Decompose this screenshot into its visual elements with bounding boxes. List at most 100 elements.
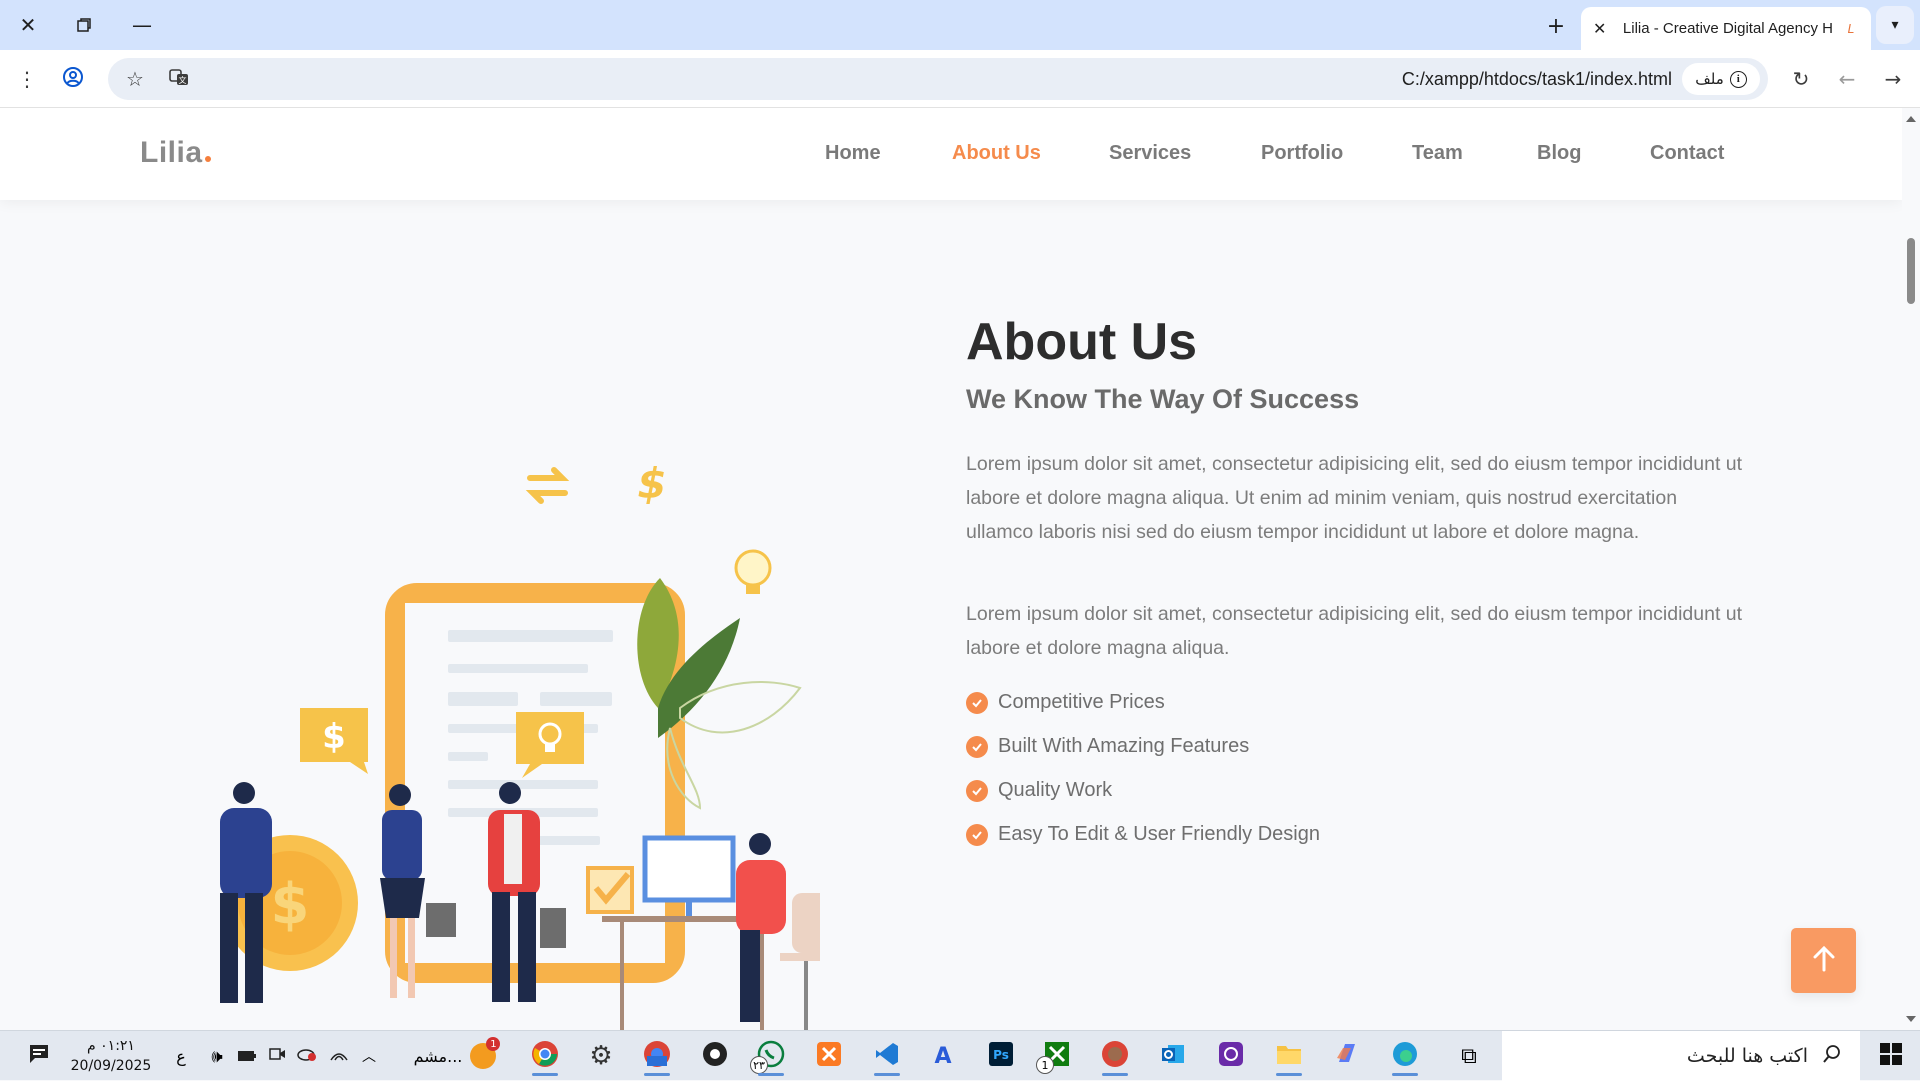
taskbar-search[interactable]: اكتب هنا للبحث: [1502, 1031, 1860, 1081]
profile-button[interactable]: [56, 62, 90, 96]
tab-search-button[interactable]: ▾: [1876, 6, 1914, 44]
taskbar-edge[interactable]: [1384, 1036, 1426, 1076]
tab-strip: ✕ — + ✕ Lilia - Creative Digital Agency …: [0, 0, 1920, 50]
nav-portfolio[interactable]: Portfolio: [1261, 142, 1343, 165]
new-tab-button[interactable]: +: [1540, 10, 1572, 42]
nav-services[interactable]: Services: [1109, 142, 1191, 165]
lightbulb-icon: [734, 549, 772, 594]
logo-dot: [204, 156, 211, 162]
photoshop-icon: Ps: [988, 1041, 1014, 1071]
forward-icon: →: [1884, 67, 1902, 91]
taskbar-app-purple[interactable]: [1210, 1036, 1252, 1076]
page-scrollbar[interactable]: [1902, 108, 1920, 1030]
site-info-chip[interactable]: ملف i: [1682, 63, 1760, 95]
feature-item: Built With Amazing Features: [966, 735, 1249, 758]
address-bar[interactable]: ☆ 文 C:/xampp/htdocs/task1/index.html ملف…: [108, 58, 1768, 100]
reload-button[interactable]: ↻: [1784, 62, 1818, 96]
language-label: ع: [176, 1046, 186, 1066]
restore-window-button[interactable]: [64, 8, 104, 42]
notifications-button[interactable]: [18, 1036, 60, 1076]
taskbar-chrome-profile[interactable]: [636, 1036, 678, 1076]
person-with-coin: [220, 782, 272, 1003]
chrome-icon: [531, 1040, 559, 1072]
taskbar-chrome[interactable]: [524, 1036, 566, 1076]
url-text[interactable]: C:/xampp/htdocs/task1/index.html: [1402, 69, 1672, 90]
arrow-up-icon: [1812, 945, 1836, 976]
copilot-icon: [1333, 1040, 1361, 1072]
back-button[interactable]: ←: [1830, 62, 1864, 96]
menu-button[interactable]: ⋮: [10, 62, 44, 96]
notification-widget[interactable]: مشم... 1: [400, 1036, 510, 1076]
check-icon: [966, 735, 988, 758]
taskbar-settings[interactable]: ⚙: [580, 1036, 622, 1076]
taskbar-whatsapp[interactable]: ٢٣: [750, 1036, 792, 1076]
obs-icon: [702, 1041, 728, 1071]
translate-button[interactable]: 文: [162, 62, 196, 96]
person-at-desk: [736, 833, 820, 1030]
about-title: About Us: [966, 313, 1198, 371]
feature-item: Quality Work: [966, 779, 1112, 802]
site-logo[interactable]: Lilia: [140, 136, 211, 170]
taskbar-vscode[interactable]: [866, 1036, 908, 1076]
chrome-user-icon: [1101, 1040, 1129, 1072]
show-hidden-icons-button[interactable]: ︿: [348, 1036, 390, 1076]
browser-tab[interactable]: ✕ Lilia - Creative Digital Agency H L: [1581, 7, 1871, 50]
camera-icon: [268, 1046, 286, 1066]
site-header: Lilia Home About Us Services Portfolio T…: [0, 108, 1902, 200]
scroll-up-icon[interactable]: [1906, 116, 1916, 122]
close-window-button[interactable]: ✕: [8, 8, 48, 42]
plus-icon: +: [1546, 13, 1566, 39]
nav-blog[interactable]: Blog: [1537, 142, 1581, 165]
taskbar-copilot[interactable]: [1326, 1036, 1368, 1076]
purple-app-icon: [1218, 1041, 1244, 1071]
taskbar-file-explorer[interactable]: [1268, 1036, 1310, 1076]
translate-icon: 文: [169, 67, 189, 92]
taskbar-photoshop[interactable]: Ps: [980, 1036, 1022, 1076]
page-viewport: Lilia Home About Us Services Portfolio T…: [0, 108, 1902, 1030]
scroll-down-icon[interactable]: [1906, 1016, 1916, 1022]
forward-button[interactable]: →: [1876, 62, 1910, 96]
windows-icon: [1880, 1043, 1902, 1069]
back-icon: ←: [1838, 67, 1856, 91]
outlook-icon: [1160, 1041, 1186, 1071]
taskbar-xampp[interactable]: [808, 1036, 850, 1076]
taskbar-obs[interactable]: [694, 1036, 736, 1076]
chevron-up-icon: ︿: [362, 1049, 376, 1065]
battery-icon: [237, 1047, 257, 1066]
cloud-error-icon: [296, 1046, 318, 1066]
task-view-button[interactable]: ⧉: [1448, 1036, 1490, 1076]
tab-title: Lilia - Creative Digital Agency H: [1622, 20, 1833, 37]
back-to-top-button[interactable]: [1791, 928, 1856, 993]
nav-home[interactable]: Home: [825, 142, 881, 165]
taskbar-chrome-2[interactable]: [1094, 1036, 1136, 1076]
taskbar-outlook[interactable]: [1152, 1036, 1194, 1076]
nav-team[interactable]: Team: [1412, 142, 1463, 165]
info-icon: i: [1729, 70, 1747, 88]
bookmark-button[interactable]: ☆: [118, 62, 152, 96]
dollar-sign-icon: $: [637, 459, 666, 508]
nav-contact[interactable]: Contact: [1650, 142, 1724, 165]
svg-text:$: $: [322, 717, 346, 757]
clock[interactable]: ٠١:٢١ م 20/09/2025: [70, 1036, 152, 1076]
scroll-thumb[interactable]: [1907, 238, 1915, 304]
star-icon: ☆: [126, 67, 144, 91]
app-a-icon: A: [934, 1043, 952, 1069]
search-icon: [1822, 1044, 1842, 1069]
nav-about-us[interactable]: About Us: [952, 142, 1041, 165]
logo-text: Lilia: [140, 136, 203, 169]
start-button[interactable]: [1870, 1036, 1912, 1076]
exchange-arrows-icon: [525, 467, 570, 504]
notification-label: مشم...: [413, 1046, 463, 1066]
clock-time: ٠١:٢١ م: [87, 1038, 135, 1054]
tab-close-icon[interactable]: ✕: [1593, 19, 1606, 38]
taskbar-xbox[interactable]: 1: [1036, 1036, 1078, 1076]
weather-icon: 1: [470, 1037, 501, 1069]
chevron-down-icon: ▾: [1891, 17, 1899, 33]
minimize-window-button[interactable]: —: [122, 8, 162, 42]
browser-toolbar: ⋮ ☆ 文 C:/xampp/htdocs/task1/index.html م…: [0, 50, 1920, 108]
notification-badge: 1: [486, 1037, 501, 1051]
settings-icon: ⚙: [589, 1041, 613, 1071]
taskbar-app-a[interactable]: A: [922, 1036, 964, 1076]
about-paragraph-2: Lorem ipsum dolor sit amet, consectetur …: [966, 603, 1743, 659]
svg-text:Ps: Ps: [993, 1048, 1009, 1062]
